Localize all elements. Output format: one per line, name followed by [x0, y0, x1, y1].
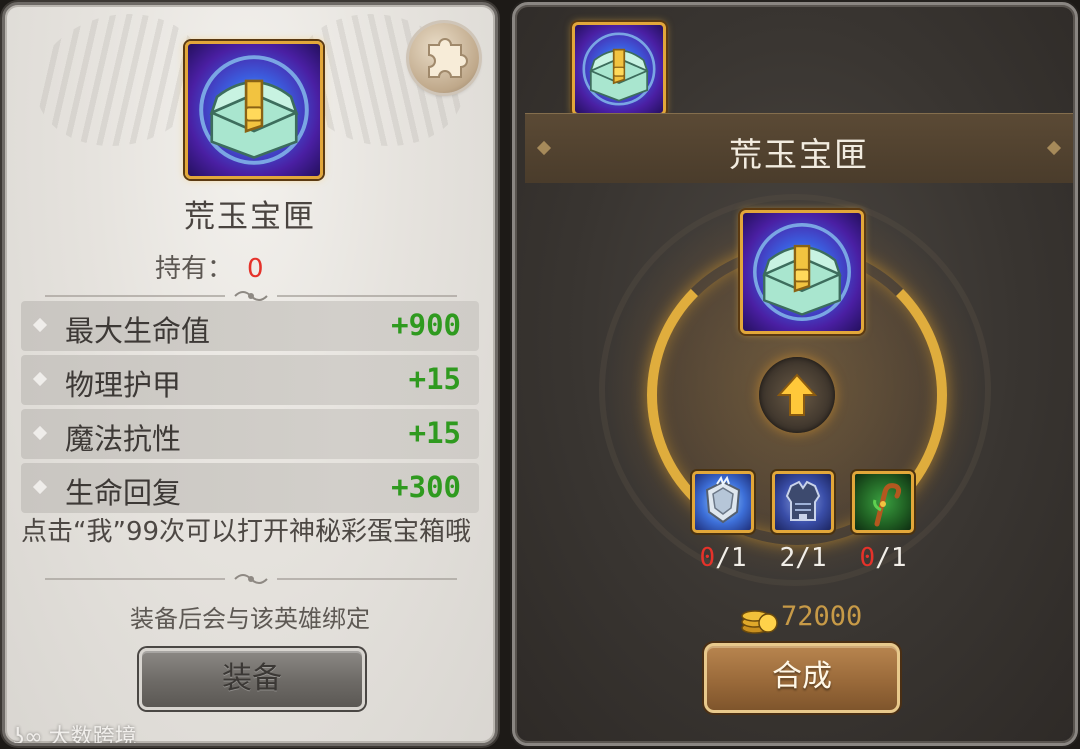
- stat-label: 生命回复: [65, 476, 182, 510]
- jade-chest-icon: [753, 223, 851, 321]
- synthesize-button[interactable]: 合成: [704, 643, 900, 713]
- item-description: 点击“我”99次可以打开神秘彩蛋宝箱哦: [21, 517, 472, 547]
- stat-row-magic-resist: 魔法抗性 +15: [21, 409, 479, 459]
- bullet-diamond-icon: [32, 425, 48, 441]
- item-name: 荒玉宝匣: [184, 199, 316, 235]
- gold-coin-icon: [741, 610, 778, 634]
- material-count-2: 2/1: [779, 543, 827, 573]
- selected-item-thumbnail[interactable]: [572, 22, 666, 116]
- puzzle-piece-icon: [428, 38, 468, 78]
- fragment-puzzle-button[interactable]: [409, 23, 479, 93]
- material-slot-2[interactable]: [772, 471, 834, 533]
- bullet-diamond-icon: [32, 371, 48, 387]
- synthesis-target-item[interactable]: [740, 210, 864, 334]
- stat-value: +15: [408, 416, 461, 450]
- material-need: 1: [890, 543, 907, 573]
- watermark-logo-icon: ʖ∞: [13, 725, 43, 746]
- stat-label: 物理护甲: [65, 368, 182, 402]
- stat-value: +300: [391, 470, 461, 504]
- synthesis-panel: 荒玉宝匣 0/1 2/1 0/1 72000 合成: [512, 2, 1078, 746]
- material-have: 0: [699, 543, 716, 573]
- owned-count: 0: [247, 254, 264, 284]
- gold-cost: 72000: [781, 601, 863, 632]
- material-need: 1: [810, 543, 827, 573]
- stat-row-max-hp: 最大生命值 +900: [21, 301, 479, 351]
- ornament-divider-bottom: [45, 574, 457, 584]
- upgrade-arrow-container: [759, 357, 835, 433]
- bind-notice: 装备后会与该英雄绑定: [130, 605, 370, 633]
- material-slot-3[interactable]: [852, 471, 914, 533]
- equip-button[interactable]: 装备: [139, 648, 365, 710]
- watermark-text: 大数跨境: [48, 725, 137, 746]
- item-icon-large[interactable]: [185, 41, 323, 179]
- cane-staff-icon: [873, 483, 902, 527]
- stat-label: 最大生命值: [65, 314, 211, 348]
- jade-chest-icon: [582, 32, 656, 106]
- upgrade-arrow-icon: [776, 373, 818, 416]
- stat-value: +15: [408, 362, 461, 396]
- crystal-shield-icon: [705, 475, 741, 524]
- material-slot-1[interactable]: [692, 471, 754, 533]
- item-detail-panel: 荒玉宝匣 持有： 0 最大生命值 +900 物理护甲 +15 魔法抗性 +15 生…: [2, 2, 498, 746]
- armor-vest-icon: [785, 480, 821, 521]
- synthesis-title-bar: 荒玉宝匣: [525, 113, 1073, 183]
- bullet-diamond-icon: [32, 479, 48, 495]
- stat-row-hp-regen: 生命回复 +300: [21, 463, 479, 513]
- owned-label: 持有：: [155, 254, 234, 284]
- watermark: ʖ∞ 大数跨境: [13, 719, 137, 746]
- synthesis-title: 荒玉宝匣: [729, 135, 869, 174]
- owned-count-row: 持有： 0: [155, 248, 264, 285]
- jade-chest-icon: [199, 55, 309, 165]
- bullet-diamond-icon: [32, 317, 48, 333]
- stat-value: +900: [391, 308, 461, 342]
- stat-label: 魔法抗性: [65, 422, 182, 456]
- material-have: 2: [779, 543, 796, 573]
- material-have: 0: [859, 543, 876, 573]
- stat-row-physical-armor: 物理护甲 +15: [21, 355, 479, 405]
- material-need: 1: [730, 543, 747, 573]
- material-count-1: 0/1: [699, 543, 747, 573]
- material-count-3: 0/1: [859, 543, 907, 573]
